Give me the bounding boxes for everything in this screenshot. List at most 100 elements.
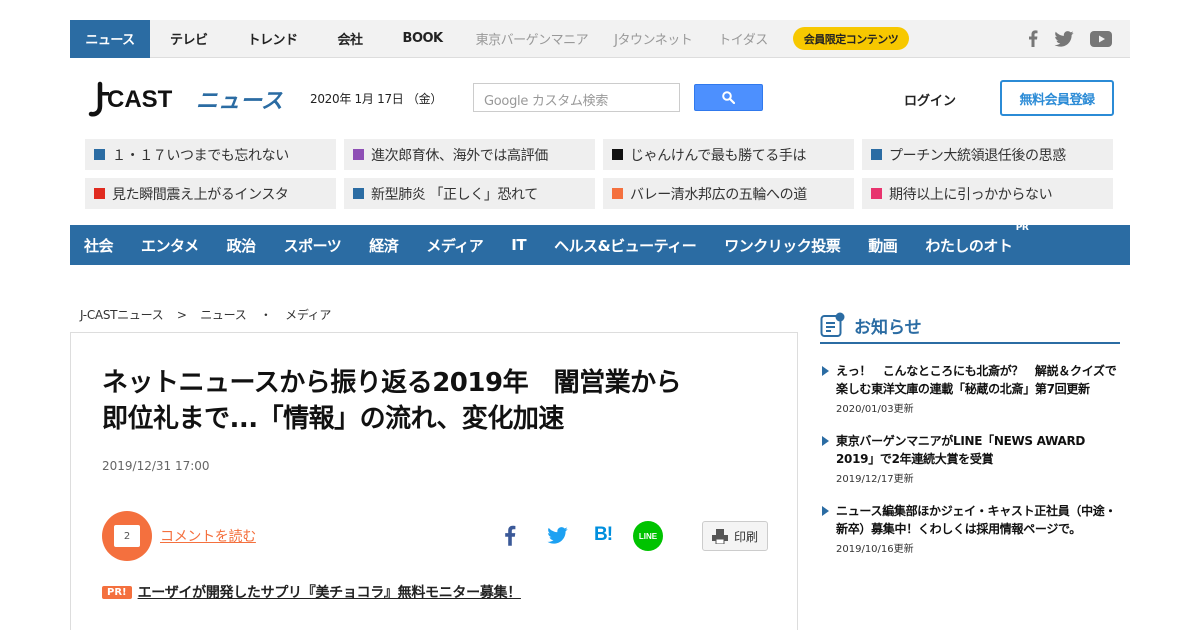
topic-link[interactable]: 新型肺炎 「正しく」恐れて (344, 178, 595, 209)
site-header: CAST ニュース 2020年 1月 17日 （金） Google カスタム検索… (70, 70, 1130, 130)
svg-text:ニュース: ニュース (196, 89, 283, 114)
read-comments-link[interactable]: コメントを読む (160, 526, 256, 546)
category-item[interactable]: 社会 (84, 235, 114, 256)
search-icon (722, 91, 735, 104)
twitter-icon[interactable] (545, 523, 569, 547)
breadcrumb-home[interactable]: J-CASTニュース (80, 308, 164, 322)
notice-date: 2019/12/17更新 (836, 474, 914, 485)
topic-label: 期待以上に引っかからない (889, 186, 1053, 203)
svg-text:CAST: CAST (107, 86, 173, 113)
pr-promo: PR! エーザイが開発したサプリ『美チョコラ』無料モニター募集！ (102, 582, 521, 602)
topic-color-marker (94, 149, 105, 160)
facebook-icon[interactable] (1028, 30, 1038, 47)
hatena-bookmark-icon[interactable]: B! (590, 523, 616, 547)
notice-text: ニュース編集部ほかジェイ・キャスト正社員（中途・新卒）募集中！くわしくは採用情報… (836, 504, 1117, 536)
notice-item[interactable]: 東京バーゲンマニアがLINE「NEWS AWARD 2019」で2年連続大賞を受… (820, 432, 1120, 485)
topnav-item-jtown[interactable]: Jタウンネット (601, 20, 705, 58)
topic-color-marker (612, 188, 623, 199)
category-label: IT (511, 236, 527, 254)
topic-label: 新型肺炎 「正しく」恐れて (371, 186, 538, 203)
topic-link[interactable]: 期待以上に引っかからない (862, 178, 1113, 209)
topic-link[interactable]: バレー清水邦広の五輪への道 (603, 178, 854, 209)
topic-color-marker (871, 188, 882, 199)
print-button[interactable]: 印刷 (702, 521, 768, 551)
topic-color-marker (353, 149, 364, 160)
notice-item[interactable]: えっ！ こんなところにも北斎が？ 解説＆クイズで楽しむ東洋文庫の連載「秘蔵の北斎… (820, 362, 1120, 415)
topnav-item-tv[interactable]: テレビ (150, 20, 228, 58)
topic-link[interactable]: プーチン大統領退任後の思惑 (862, 139, 1113, 170)
category-item[interactable]: 動画 (868, 235, 898, 256)
topnav-item-trend[interactable]: トレンド (228, 20, 318, 58)
category-item[interactable]: わたしのオト PR (925, 223, 1028, 256)
facebook-icon[interactable] (499, 523, 521, 547)
category-item[interactable]: スポーツ (284, 235, 342, 256)
category-label: 社会 (84, 236, 114, 255)
topic-color-marker (612, 149, 623, 160)
category-item[interactable]: ワンクリック投票 (724, 235, 841, 256)
notice-icon (820, 312, 845, 337)
category-nav: 社会 エンタメ 政治 スポーツ 経済 メディア IT ヘルス&ビューティー ワンクリック投票 動画… (70, 223, 1130, 265)
topic-grid: １・１７いつまでも忘れない 進次郎育休、海外では高評価 じゃんけんで最も勝てる手は プ… (85, 139, 1115, 209)
topic-label: １・１７いつまでも忘れない (112, 147, 289, 164)
topnav-item-bargain[interactable]: 東京バーゲンマニア (463, 20, 602, 58)
topic-label: じゃんけんで最も勝てる手は (630, 147, 807, 164)
topic-color-marker (871, 149, 882, 160)
topnav-item-news[interactable]: ニュース (70, 19, 150, 58)
breadcrumb-news[interactable]: ニュース (200, 308, 247, 322)
triangle-bullet-icon (822, 436, 829, 446)
topic-label: 進次郎育休、海外では高評価 (371, 147, 548, 164)
category-label: ヘルス&ビューティー (554, 236, 697, 255)
category-item[interactable]: ヘルス&ビューティー (554, 235, 697, 256)
search-input[interactable]: Google カスタム検索 (473, 83, 680, 112)
category-label: 政治 (226, 236, 257, 255)
youtube-icon[interactable] (1090, 30, 1112, 47)
category-item[interactable]: IT (511, 236, 526, 254)
topic-label: バレー清水邦広の五輪への道 (630, 186, 807, 203)
category-label: スポーツ (283, 236, 342, 255)
current-date: 2020年 1月 17日 （金） (310, 92, 443, 106)
member-content-button[interactable]: 会員限定コンテンツ (792, 27, 910, 50)
breadcrumb-separator: ・ (259, 308, 272, 322)
category-label: わたしのオト (925, 236, 1013, 255)
pr-link[interactable]: エーザイが開発したサプリ『美チョコラ』無料モニター募集！ (138, 582, 522, 602)
topic-label: 見た瞬間震え上がるインスタ (112, 186, 289, 203)
topic-link[interactable]: 見た瞬間震え上がるインスタ (85, 178, 336, 209)
comment-count: 2 (114, 525, 140, 547)
notices-title: お知らせ (854, 317, 922, 338)
topnav-item-toidasu[interactable]: トイダス (705, 20, 780, 58)
notice-text: 東京バーゲンマニアがLINE「NEWS AWARD 2019」で2年連続大賞を受… (836, 434, 1086, 466)
category-item[interactable]: エンタメ (141, 235, 199, 256)
line-icon[interactable]: LINE (633, 521, 663, 551)
notice-text: えっ！ こんなところにも北斎が？ 解説＆クイズで楽しむ東洋文庫の連載「秘蔵の北斎… (836, 364, 1117, 396)
category-pr-badge: PR (1015, 222, 1029, 233)
topic-link[interactable]: １・１７いつまでも忘れない (85, 139, 336, 170)
comment-count-icon[interactable]: 2 (102, 511, 152, 561)
topic-color-marker (353, 188, 364, 199)
topic-link[interactable]: 進次郎育休、海外では高評価 (344, 139, 595, 170)
printer-icon (711, 528, 728, 544)
topnav-item-company[interactable]: 会社 (318, 20, 383, 58)
twitter-icon[interactable] (1054, 30, 1074, 47)
breadcrumb: J-CASTニュース > ニュース ・ メディア (80, 306, 341, 323)
category-label: 動画 (868, 236, 898, 255)
notice-item[interactable]: ニュース編集部ほかジェイ・キャスト正社員（中途・新卒）募集中！くわしくは採用情報… (820, 502, 1120, 555)
topnav-item-book[interactable]: BOOK (383, 20, 463, 58)
notice-date: 2020/01/03更新 (836, 404, 914, 415)
category-label: メディア (426, 236, 484, 255)
notice-list: えっ！ こんなところにも北斎が？ 解説＆クイズで楽しむ東洋文庫の連載「秘蔵の北斎… (820, 362, 1120, 555)
login-link[interactable]: ログイン (904, 90, 956, 109)
register-button[interactable]: 無料会員登録 (1000, 80, 1114, 116)
article-title: ネットニュースから振り返る2019年 闇営業から 即位礼まで...「情報」の流れ、… (102, 368, 682, 435)
category-item[interactable]: 政治 (226, 235, 257, 256)
jcast-logo[interactable]: CAST ニュース (86, 78, 286, 122)
notice-date: 2019/10/16更新 (836, 544, 914, 555)
category-item[interactable]: メディア (426, 235, 483, 256)
breadcrumb-separator: > (176, 308, 187, 322)
search-button[interactable] (694, 84, 763, 111)
breadcrumb-media[interactable]: メディア (285, 308, 331, 322)
topic-link[interactable]: じゃんけんで最も勝てる手は (603, 139, 854, 170)
category-item[interactable]: 経済 (369, 235, 399, 256)
category-label: 経済 (369, 236, 399, 255)
sidebar-notices: お知らせ えっ！ こんなところにも北斎が？ 解説＆クイズで楽しむ東洋文庫の連載「… (820, 308, 1120, 572)
pr-badge: PR! (102, 585, 132, 599)
